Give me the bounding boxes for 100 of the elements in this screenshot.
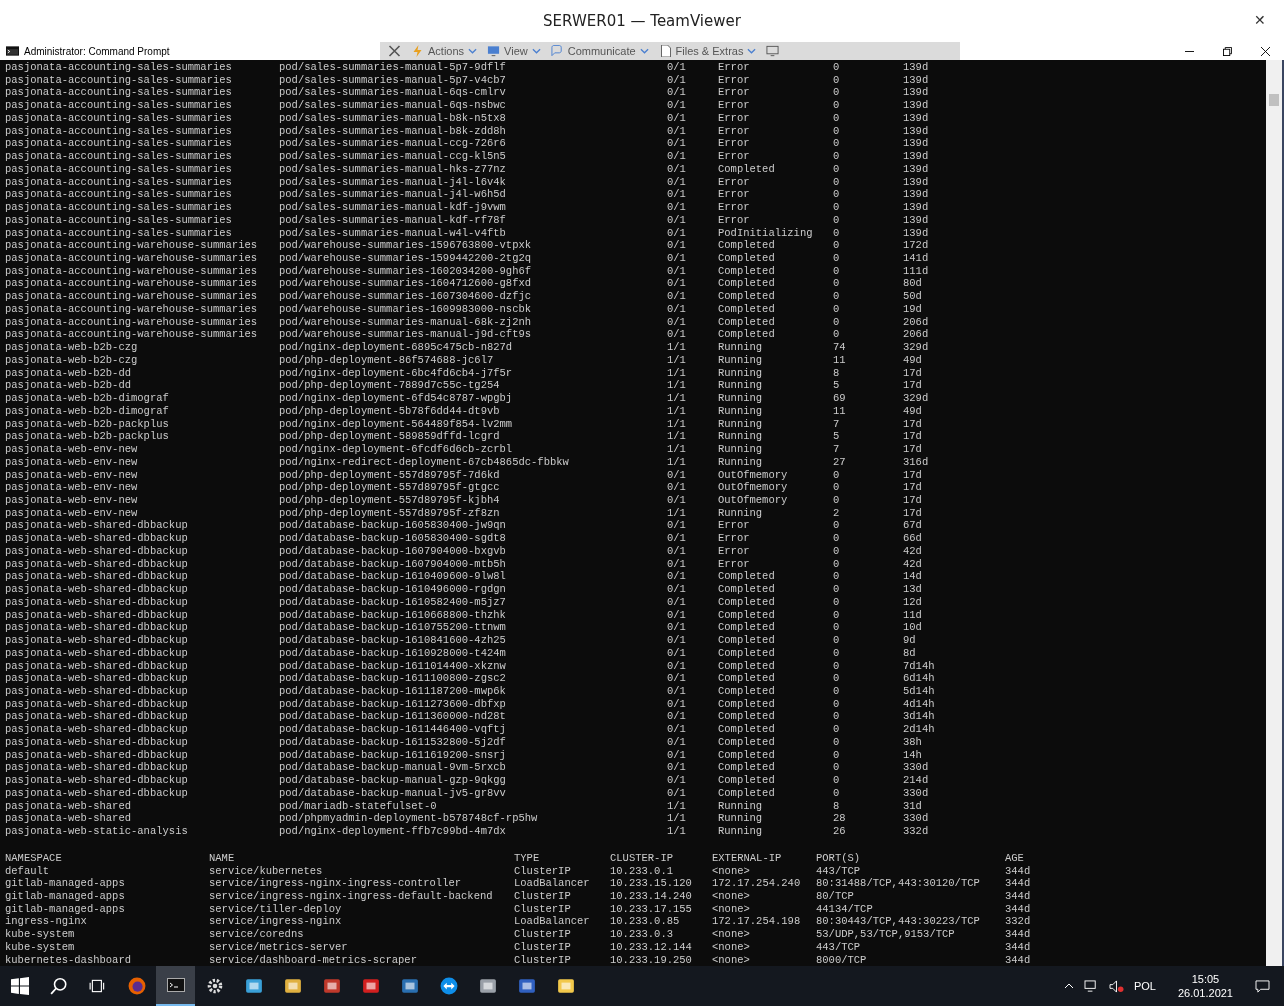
column-header: NAME: [209, 851, 235, 865]
table-cell: 0: [833, 583, 840, 596]
table-cell: 38h: [903, 735, 922, 749]
table-cell: 0: [833, 723, 840, 736]
table-cell: 214d: [903, 774, 929, 787]
table-cell: 330d: [903, 812, 929, 826]
table-cell: pod/php-deployment-7889d7c55c-tg254: [279, 379, 500, 393]
network-icon[interactable]: [1083, 979, 1099, 993]
table-cell: 0: [833, 86, 840, 100]
column-header: EXTERNAL-IP: [712, 851, 782, 865]
table-cell: pod/php-deployment-557d89795f-kjbh4: [279, 493, 500, 507]
table-cell: 344d: [1005, 953, 1031, 967]
table-cell: 10.233.19.250: [610, 953, 692, 967]
table-cell: 316d: [903, 455, 929, 469]
table-cell: Error: [718, 150, 750, 163]
table-cell: 141d: [903, 252, 929, 265]
table-cell: pod/sales-summaries-manual-kdf-rf78f: [279, 213, 506, 227]
table-cell: pod/sales-summaries-manual-ccg-726r6: [279, 137, 506, 151]
toolbar-menu[interactable]: Communicate: [550, 45, 649, 57]
app-icon: [400, 977, 419, 995]
table-cell: pasjonata-web-shared-dbbackup: [5, 544, 188, 558]
table-cell: pod/sales-summaries-manual-ccg-kl5n5: [279, 150, 506, 163]
table-cell: pasjonata-web-b2b-czg: [5, 341, 138, 354]
table-cell: pod/php-deployment-557d89795f-zf8zn: [279, 506, 500, 520]
table-cell: 344d: [1005, 890, 1031, 903]
table-cell: Error: [718, 557, 750, 571]
table-cell: pasjonata-web-shared-dbbackup: [5, 697, 188, 711]
table-cell: 139d: [903, 124, 929, 138]
table-cell: service/ingress-nginx-ingress-default-backend: [209, 890, 493, 903]
table-cell: Completed: [718, 685, 775, 698]
close-icon[interactable]: [388, 45, 401, 57]
table-cell: 0: [833, 188, 840, 202]
table-cell: 0/1: [667, 213, 686, 227]
close-button[interactable]: ✕: [1250, 12, 1270, 28]
table-cell: Completed: [718, 264, 775, 278]
app-icon: [361, 977, 380, 995]
window-title: SERWER01 — TeamViewer: [543, 12, 741, 30]
table-cell: 50d: [903, 290, 922, 303]
table-cell: 2: [833, 506, 840, 520]
toolbar-button[interactable]: [766, 45, 780, 57]
table-cell: 0: [833, 608, 840, 622]
table-cell: 9d: [903, 634, 916, 647]
table-cell: pasjonata-web-b2b-dd: [5, 366, 132, 380]
table-cell: pasjonata-web-shared: [5, 799, 132, 813]
table-cell: 17d: [903, 430, 922, 444]
table-cell: pasjonata-web-b2b-dd: [5, 379, 132, 393]
table-cell: 0/1: [667, 468, 686, 482]
table-cell: 0: [833, 646, 840, 660]
volume-muted-icon[interactable]: [1108, 979, 1124, 993]
table-cell: Error: [718, 188, 750, 202]
table-cell: 0: [833, 137, 840, 151]
table-cell: 0/1: [667, 544, 686, 558]
table-cell: Completed: [718, 583, 775, 596]
clock[interactable]: 15:05 26.01.2021: [1177, 972, 1233, 1000]
table-cell: 0/1: [667, 621, 686, 635]
table-cell: 17d: [903, 417, 922, 431]
monitor-icon: [766, 45, 780, 57]
table-cell: 0/1: [667, 61, 686, 74]
table-cell: 0/1: [667, 124, 686, 138]
language-indicator[interactable]: POL: [1133, 980, 1156, 992]
table-cell: pasjonata-web-shared-dbbackup: [5, 774, 188, 787]
toolbar-menu[interactable]: Actions: [411, 45, 478, 57]
table-cell: Running: [718, 506, 763, 520]
table-cell: Completed: [718, 761, 775, 775]
toolbar-menu[interactable]: Files & Extras: [658, 45, 757, 57]
table-cell: 0: [833, 493, 840, 507]
table-cell: service/ingress-nginx-ingress-controller: [209, 877, 462, 890]
caret-down-icon: [747, 48, 757, 54]
table-cell: pod/sales-summaries-manual-w4l-v4ftb: [279, 226, 506, 240]
table-cell: Completed: [718, 302, 775, 316]
table-cell: 0: [833, 634, 840, 647]
table-cell: pasjonata-accounting-warehouse-summaries: [5, 277, 258, 291]
table-cell: ClusterIP: [514, 864, 571, 878]
taskbar-app[interactable]: [156, 966, 195, 1006]
table-cell: Error: [718, 175, 750, 189]
table-cell: pasjonata-web-env-new: [5, 455, 138, 469]
notification-icon[interactable]: [1255, 979, 1270, 993]
table-cell: pasjonata-web-shared-dbbackup: [5, 532, 188, 545]
scrollbar[interactable]: [1266, 60, 1282, 966]
table-cell: 0/1: [667, 570, 686, 584]
table-cell: 139d: [903, 111, 929, 125]
table-cell: Error: [718, 137, 750, 151]
table-cell: pod/warehouse-summaries-1599442200-2tg2q: [279, 252, 532, 265]
table-cell: pod/sales-summaries-manual-b8k-zdd8h: [279, 124, 506, 138]
table-cell: pod/database-backup-1605830400-sgdt8: [279, 532, 506, 545]
table-cell: pod/warehouse-summaries-manual-j9d-cft9s: [279, 328, 532, 342]
table-cell: 2d14h: [903, 723, 935, 736]
table-cell: 330d: [903, 761, 929, 775]
table-cell: 80:30443/TCP,443:30223/TCP: [816, 915, 980, 929]
column-header: AGE: [1005, 851, 1024, 865]
table-cell: 1/1: [667, 417, 686, 431]
toolbar-menu[interactable]: View: [487, 45, 541, 57]
table-cell: pasjonata-web-shared-dbbackup: [5, 570, 188, 584]
table-cell: pasjonata-web-shared-dbbackup: [5, 685, 188, 698]
table-cell: OutOfmemory: [718, 493, 788, 507]
caret-up-icon[interactable]: [1063, 983, 1074, 989]
table-cell: pod/database-backup-1610496000-rgdgn: [279, 583, 506, 596]
table-cell: pasjonata-accounting-sales-summaries: [5, 175, 232, 189]
app-icon: [478, 977, 497, 995]
column-header: CLUSTER-IP: [610, 851, 673, 865]
